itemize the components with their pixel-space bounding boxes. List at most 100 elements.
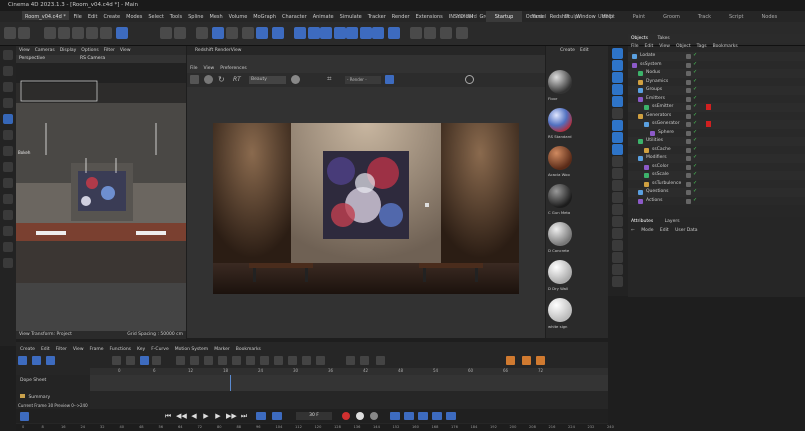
object-row[interactable]: Emitters ✓ (628, 94, 805, 103)
timeline-tool-icon-3[interactable] (112, 356, 121, 365)
viewport-menu-view-5[interactable]: View (120, 48, 131, 53)
enabled-check-icon[interactable]: ✓ (693, 146, 697, 152)
visibility-toggle[interactable] (686, 79, 691, 85)
timeline-tool-icon-0[interactable] (18, 356, 27, 365)
snapshot-icon[interactable] (291, 75, 300, 84)
layout-paint[interactable]: Paint (624, 11, 654, 22)
visibility-toggle[interactable] (686, 198, 691, 204)
timeline-menu-frame[interactable]: Frame (90, 347, 104, 352)
enabled-check-icon[interactable]: ✓ (693, 171, 697, 177)
go-to-start-icon[interactable]: ⏮ (164, 412, 172, 420)
object-tool-icon-10[interactable] (612, 168, 623, 179)
bottom-ruler[interactable]: 0 8 16 24 32 40 48 56 64 72 80 88 96 104 112 120 128 136 1… (16, 424, 614, 431)
timeline-menu-bookmarks[interactable]: Bookmarks (236, 347, 261, 352)
viewport-menu-view-0[interactable]: View (19, 48, 30, 53)
timeline-track[interactable] (90, 375, 608, 391)
transform-icon[interactable] (3, 130, 13, 140)
layout-nodes[interactable]: Nodes (753, 11, 787, 22)
tab-attributes[interactable]: Attributes (631, 219, 653, 224)
timeline-tool-icon-6[interactable] (152, 356, 161, 365)
timeline-tool-icon-17[interactable] (316, 356, 325, 365)
tab-takes[interactable]: Takes (657, 36, 669, 41)
enabled-check-icon[interactable]: ✓ (693, 103, 697, 109)
enabled-check-icon[interactable]: ✓ (693, 129, 697, 135)
previous-frame-icon[interactable]: ◀ (190, 412, 198, 420)
tag-flag-icon[interactable] (706, 121, 711, 127)
viewport-3d[interactable]: Bokeh (16, 63, 186, 331)
redo-icon[interactable] (18, 27, 30, 39)
menu-tracker[interactable]: Tracker (365, 11, 389, 20)
render-region-icon[interactable] (242, 27, 254, 39)
timeline-tool-icon-7[interactable] (176, 356, 185, 365)
timeline-tool-icon-22[interactable] (522, 356, 531, 365)
timeline-menu-create[interactable]: Create (20, 347, 35, 352)
layout-track[interactable]: Track (689, 11, 720, 22)
timeline-tool-icon-15[interactable] (288, 356, 297, 365)
playhead[interactable] (230, 375, 231, 391)
material-preview-d-dry-wall[interactable] (548, 260, 572, 284)
enabled-check-icon[interactable]: ✓ (693, 95, 697, 101)
object-menu-bookmarks[interactable]: Bookmarks (713, 44, 738, 49)
object-tool-icon-15[interactable] (612, 228, 623, 239)
paint-icon[interactable] (3, 242, 13, 252)
timeline-tool-icon-14[interactable] (274, 356, 283, 365)
object-row[interactable]: Questions ✓ (628, 188, 805, 197)
attr-back-icon[interactable]: ← (631, 228, 635, 233)
menu-select[interactable]: Select (145, 11, 166, 20)
object-tool-icon-2[interactable] (612, 72, 623, 83)
enabled-check-icon[interactable]: ✓ (693, 52, 697, 58)
layout-sculpt[interactable]: Sculpt (555, 11, 589, 22)
timeline-tool-icon-21[interactable] (506, 356, 515, 365)
timeline-menu-key[interactable]: Key (137, 347, 145, 352)
menu-spline[interactable]: Spline (185, 11, 206, 20)
current-frame-field[interactable]: 30 F (296, 412, 332, 420)
aov-select[interactable]: Beauty (249, 76, 286, 84)
key-position-icon[interactable] (390, 412, 400, 420)
grid-view-icon[interactable] (385, 75, 394, 84)
object-tool-icon-0[interactable] (612, 48, 623, 59)
visibility-toggle[interactable] (686, 139, 691, 144)
enabled-check-icon[interactable]: ✓ (693, 112, 697, 118)
cube-icon[interactable] (294, 27, 306, 39)
timeline-menu-view[interactable]: View (73, 347, 84, 352)
material-menu-create[interactable]: Create (560, 48, 575, 53)
enabled-check-icon[interactable]: ✓ (693, 180, 697, 186)
timeline-ruler[interactable]: 0 6 12 18 24 30 36 42 48 54 60 66 72 (90, 368, 608, 375)
timeline-settings-icon[interactable] (20, 412, 29, 421)
menu-extensions[interactable]: Extensions (413, 11, 446, 20)
keyframe-selection-icon[interactable] (370, 412, 378, 420)
viewport-menu-filter-4[interactable]: Filter (104, 48, 115, 53)
object-tool-icon-17[interactable] (612, 252, 623, 263)
timeline-tool-icon-4[interactable] (126, 356, 135, 365)
autokey-icon[interactable] (356, 412, 364, 420)
render-view-icon[interactable] (256, 27, 268, 39)
object-tool-icon-11[interactable] (612, 180, 623, 191)
object-tool-icon-1[interactable] (612, 60, 623, 71)
enabled-check-icon[interactable]: ✓ (693, 86, 697, 92)
camera-icon[interactable] (388, 27, 400, 39)
key-rotation-icon[interactable] (404, 412, 414, 420)
redshift-ipr-icon[interactable] (424, 27, 436, 39)
visibility-toggle[interactable] (686, 122, 691, 127)
timeline-menu-marker[interactable]: Marker (214, 347, 230, 352)
timeline-menu-edit[interactable]: Edit (41, 347, 50, 352)
brush-icon[interactable] (3, 194, 13, 204)
timeline-tool-icon-9[interactable] (204, 356, 213, 365)
fill-icon[interactable] (3, 226, 13, 236)
visibility-toggle[interactable] (686, 164, 691, 170)
object-tool-icon-14[interactable] (612, 216, 623, 227)
timeline-tool-icon-20[interactable] (376, 356, 385, 365)
array-icon[interactable] (334, 27, 346, 39)
point-mode-icon[interactable] (160, 27, 172, 39)
material-preview-acacia-woo[interactable] (548, 146, 572, 170)
object-menu-view[interactable]: View (659, 44, 670, 49)
tab-file[interactable]: Room_v04.c4d * (22, 11, 69, 20)
object-tool-icon-6[interactable] (612, 120, 623, 131)
rotate-icon[interactable] (86, 27, 98, 39)
material-preview-c-gun-meta[interactable] (548, 184, 572, 208)
key-param-icon[interactable] (432, 412, 442, 420)
timeline-tool-icon-16[interactable] (302, 356, 311, 365)
summary-row[interactable]: Summary (16, 386, 90, 400)
object-tool-icon-5[interactable] (612, 108, 623, 119)
object-row[interactable]: ssSystem ✓ (628, 60, 805, 69)
